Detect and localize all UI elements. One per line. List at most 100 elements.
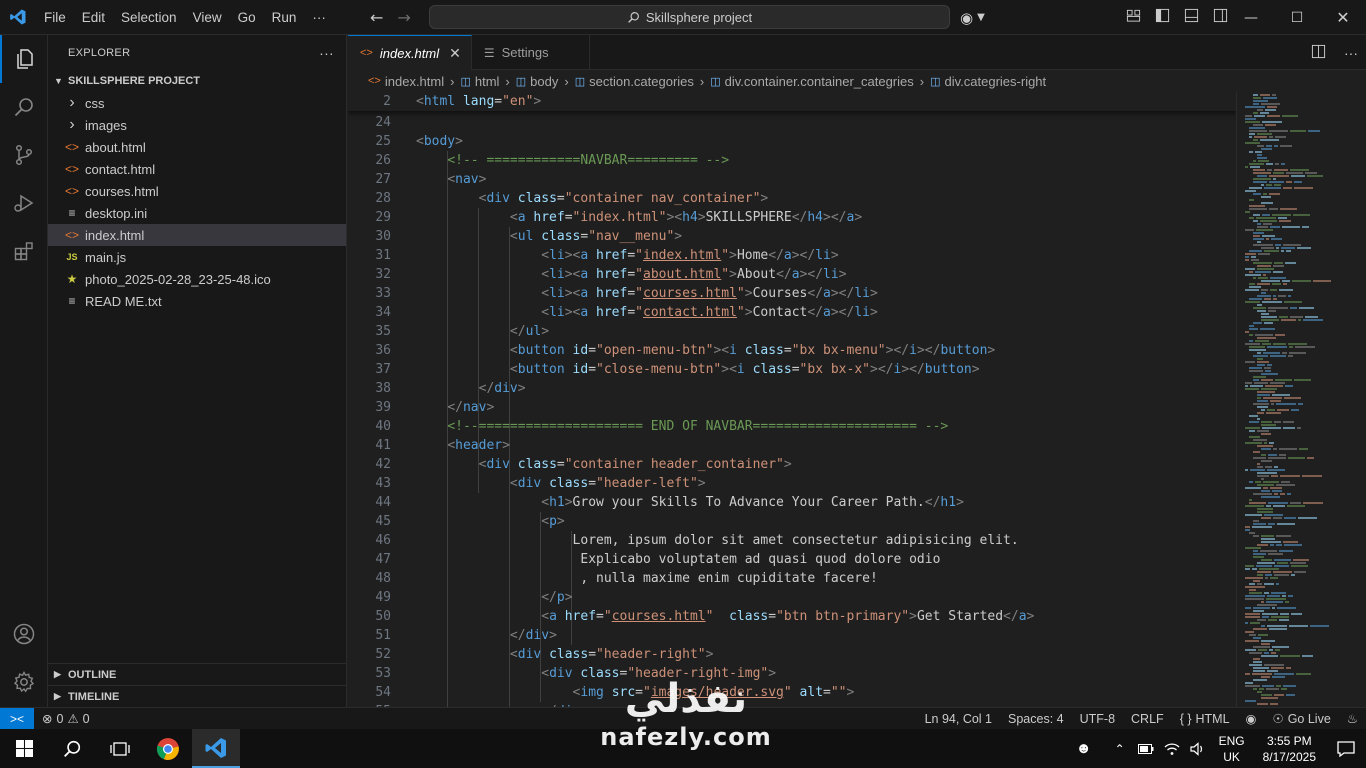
code-line[interactable]: 43 <div class="header-left">: [348, 474, 1236, 493]
clock[interactable]: 3:55 PM 8/17/2025: [1253, 733, 1326, 765]
copilot-status-icon[interactable]: ◉: [1238, 711, 1265, 726]
language-mode[interactable]: { } HTML: [1172, 712, 1238, 726]
explorer-item-about-html[interactable]: <> about.html: [48, 136, 346, 158]
toggle-secondary-sidebar-icon[interactable]: [1213, 8, 1228, 27]
code-line[interactable]: 25 <body>: [348, 132, 1236, 151]
go-live-button[interactable]: ☉ Go Live: [1264, 711, 1338, 727]
code-line[interactable]: 49 </p>: [348, 588, 1236, 607]
menu-file[interactable]: File: [36, 0, 74, 35]
code-line[interactable]: 36 <button id="open-menu-btn"><i class="…: [348, 341, 1236, 360]
code-line[interactable]: 27 <nav>: [348, 170, 1236, 189]
code-line[interactable]: 53 <div class="header-right-img">: [348, 664, 1236, 683]
chevron-up-icon[interactable]: ⌃: [1107, 742, 1133, 756]
close-window-icon[interactable]: ✕: [1320, 0, 1366, 35]
menu-go[interactable]: Go: [230, 0, 264, 35]
breadcrumb-categries-right[interactable]: ◫ div.categries-right: [930, 74, 1046, 89]
explorer-more-actions[interactable]: ···: [319, 45, 334, 61]
chrome-icon[interactable]: [144, 729, 192, 768]
explorer-item-read-me-txt[interactable]: ≡ READ ME.txt: [48, 290, 346, 312]
breadcrumb-html[interactable]: ◫ html: [460, 74, 499, 89]
source-control-icon[interactable]: [0, 131, 48, 179]
problems-indicator[interactable]: ⊗ 0 ⚠ 0: [34, 711, 98, 727]
explorer-item-contact-html[interactable]: <> contact.html: [48, 158, 346, 180]
project-folder-header[interactable]: ▼ SKILLSPHERE PROJECT: [48, 70, 346, 92]
cursor-position[interactable]: Ln 94, Col 1: [917, 712, 1000, 726]
minimap[interactable]: [1236, 92, 1366, 707]
code-line[interactable]: 44 <h1>Grow your Skills To Advance Your …: [348, 493, 1236, 512]
run-debug-icon[interactable]: [0, 179, 48, 227]
windows-start-icon[interactable]: [0, 729, 48, 768]
outline-section[interactable]: ▶ OUTLINE: [48, 663, 347, 685]
explorer-item-courses-html[interactable]: <> courses.html: [48, 180, 346, 202]
code-line[interactable]: 39 </nav>: [348, 398, 1236, 417]
taskbar-search-icon[interactable]: [48, 729, 96, 768]
toggle-primary-sidebar-icon[interactable]: [1155, 8, 1170, 27]
code-line[interactable]: 48 , nulla maxime enim cupiditate facere…: [348, 569, 1236, 588]
menu-view[interactable]: View: [185, 0, 230, 35]
menu-more[interactable]: ···: [304, 0, 334, 35]
tab-index-html[interactable]: <> index.html ✕: [348, 35, 472, 70]
chevron-down-icon[interactable]: ▼: [977, 12, 985, 23]
menu-selection[interactable]: Selection: [113, 0, 185, 35]
explorer-item-main-js[interactable]: JS main.js: [48, 246, 346, 268]
code-line[interactable]: 41 <header>: [348, 436, 1236, 455]
split-editor-icon[interactable]: [1311, 44, 1326, 62]
maximize-icon[interactable]: ☐: [1274, 0, 1320, 35]
sticky-scroll-line[interactable]: 2 <html lang="en">: [348, 92, 1236, 111]
code-line[interactable]: 28 <div class="container nav_container">: [348, 189, 1236, 208]
explorer-item-photo-2025-02-28-23-25-48-ico[interactable]: ★ photo_2025-02-28_23-25-48.ico: [48, 268, 346, 290]
indentation[interactable]: Spaces: 4: [1000, 712, 1072, 726]
close-tab-icon[interactable]: ✕: [449, 45, 461, 62]
notifications-bell-icon[interactable]: ♨: [1339, 711, 1366, 726]
code-line[interactable]: 32 <li><a href="about.html">About</a></l…: [348, 265, 1236, 284]
explorer-item-images[interactable]: › images: [48, 114, 346, 136]
search-activity-icon[interactable]: [0, 83, 48, 131]
code-line[interactable]: 45 <p>: [348, 512, 1236, 531]
task-view-icon[interactable]: [96, 729, 144, 768]
code-line[interactable]: 31 <li><a href="index.html">Home</a></li…: [348, 246, 1236, 265]
menu-edit[interactable]: Edit: [74, 0, 113, 35]
forward-arrow-icon[interactable]: →: [397, 8, 410, 27]
manage-gear-icon[interactable]: [0, 658, 48, 706]
menu-run[interactable]: Run: [264, 0, 305, 35]
code-line[interactable]: 37 <button id="close-menu-btn"><i class=…: [348, 360, 1236, 379]
code-line[interactable]: 40 <!--===================== END OF NAVB…: [348, 417, 1236, 436]
timeline-section[interactable]: ▶ TIMELINE: [48, 685, 347, 707]
notification-center-icon[interactable]: [1326, 740, 1366, 757]
code-line[interactable]: 51 </div>: [348, 626, 1236, 645]
tab-settings[interactable]: ☰ Settings: [472, 35, 590, 70]
code-line[interactable]: 42 <div class="container header_containe…: [348, 455, 1236, 474]
people-icon[interactable]: ☻: [1071, 740, 1097, 757]
command-center-search[interactable]: Skillsphere project: [429, 5, 950, 29]
vscode-taskbar-icon[interactable]: [192, 729, 240, 768]
code-line[interactable]: 29 <a href="index.html"><h4>SKILLSPHERE<…: [348, 208, 1236, 227]
toggle-panel-icon[interactable]: [1184, 8, 1199, 27]
code-line[interactable]: 52 <div class="header-right">: [348, 645, 1236, 664]
volume-icon[interactable]: [1185, 741, 1211, 756]
code-line[interactable]: 34 <li><a href="contact.html">Contact</a…: [348, 303, 1236, 322]
code-line[interactable]: 30 <ul class="nav__menu">: [348, 227, 1236, 246]
code-line[interactable]: 46 Lorem, ipsum dolor sit amet consectet…: [348, 531, 1236, 550]
breadcrumb-body[interactable]: ◫ body: [516, 74, 559, 89]
encoding[interactable]: UTF-8: [1072, 712, 1123, 726]
breadcrumb-file[interactable]: <> index.html: [368, 74, 444, 89]
code-line[interactable]: 26 <!-- ============NAVBAR========= -->: [348, 151, 1236, 170]
remote-indicator-icon[interactable]: ><: [0, 707, 34, 730]
copilot-icon[interactable]: ◉: [960, 9, 973, 27]
code-line[interactable]: 24: [348, 113, 1236, 132]
more-actions-icon[interactable]: ···: [1344, 45, 1358, 61]
extensions-icon[interactable]: [0, 227, 48, 275]
customize-layout-icon[interactable]: [1126, 8, 1141, 27]
code-line[interactable]: 54 <img src="images/header.svg" alt="">: [348, 683, 1236, 702]
battery-icon[interactable]: [1133, 743, 1159, 754]
explorer-item-index-html[interactable]: <> index.html: [48, 224, 346, 246]
back-arrow-icon[interactable]: ←: [370, 8, 383, 27]
line-ending[interactable]: CRLF: [1123, 712, 1172, 726]
breadcrumb-container[interactable]: ◫ div.container.container_categries: [710, 74, 914, 89]
code-line[interactable]: 33 <li><a href="courses.html">Courses</a…: [348, 284, 1236, 303]
input-language[interactable]: ENG UK: [1211, 733, 1253, 765]
code-line[interactable]: 50 <a href="courses.html" class="btn btn…: [348, 607, 1236, 626]
code-line[interactable]: 38 </div>: [348, 379, 1236, 398]
accounts-icon[interactable]: [0, 610, 48, 658]
minimize-icon[interactable]: —: [1228, 0, 1274, 35]
